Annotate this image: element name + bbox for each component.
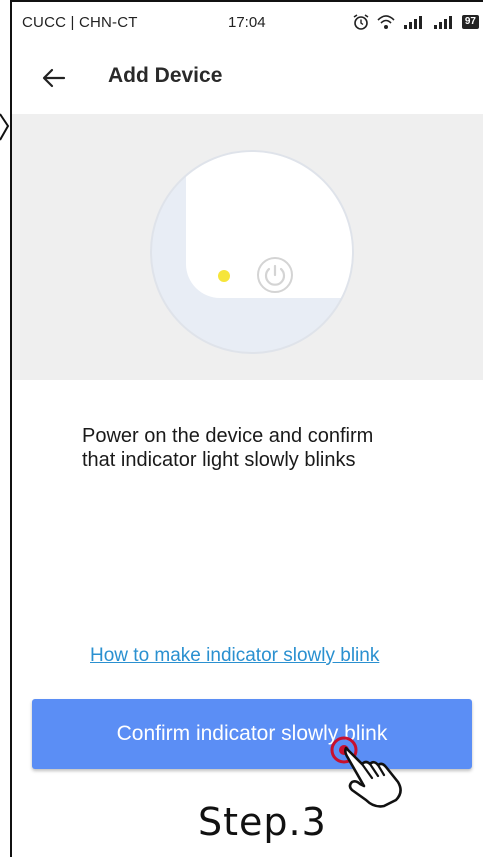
instruction-text: Power on the device and confirm that ind…: [82, 424, 462, 472]
device-circle: [150, 150, 354, 354]
help-link[interactable]: How to make indicator slowly blink: [90, 645, 379, 667]
alarm-icon: [353, 14, 369, 30]
page-title: Add Device: [108, 64, 223, 87]
battery-icon: 97: [461, 15, 479, 29]
step-label: Step.3: [198, 800, 327, 844]
signal-icon: [433, 16, 452, 29]
back-button[interactable]: [38, 62, 70, 94]
instruction-line-2: that indicator light slowly blinks: [82, 449, 356, 471]
carrier-label: CUCC | CHN-CT: [22, 14, 138, 31]
device-illustration: [12, 114, 483, 380]
wifi-icon: [377, 15, 395, 29]
arrow-left-icon: [42, 68, 66, 88]
status-time: 17:04: [228, 14, 266, 31]
instruction-line-1: Power on the device and confirm: [82, 425, 374, 447]
app-header: Add Device: [12, 42, 483, 114]
status-bar: CUCC | CHN-CT 17:04 97: [12, 2, 483, 42]
tap-hand-icon: [330, 736, 402, 808]
signal-icon: [403, 16, 422, 29]
status-icons: 97: [352, 10, 479, 34]
power-icon: [257, 257, 293, 293]
page: CUCC | CHN-CT 17:04 97 Add Device Power …: [0, 0, 483, 857]
indicator-light: [218, 270, 230, 282]
